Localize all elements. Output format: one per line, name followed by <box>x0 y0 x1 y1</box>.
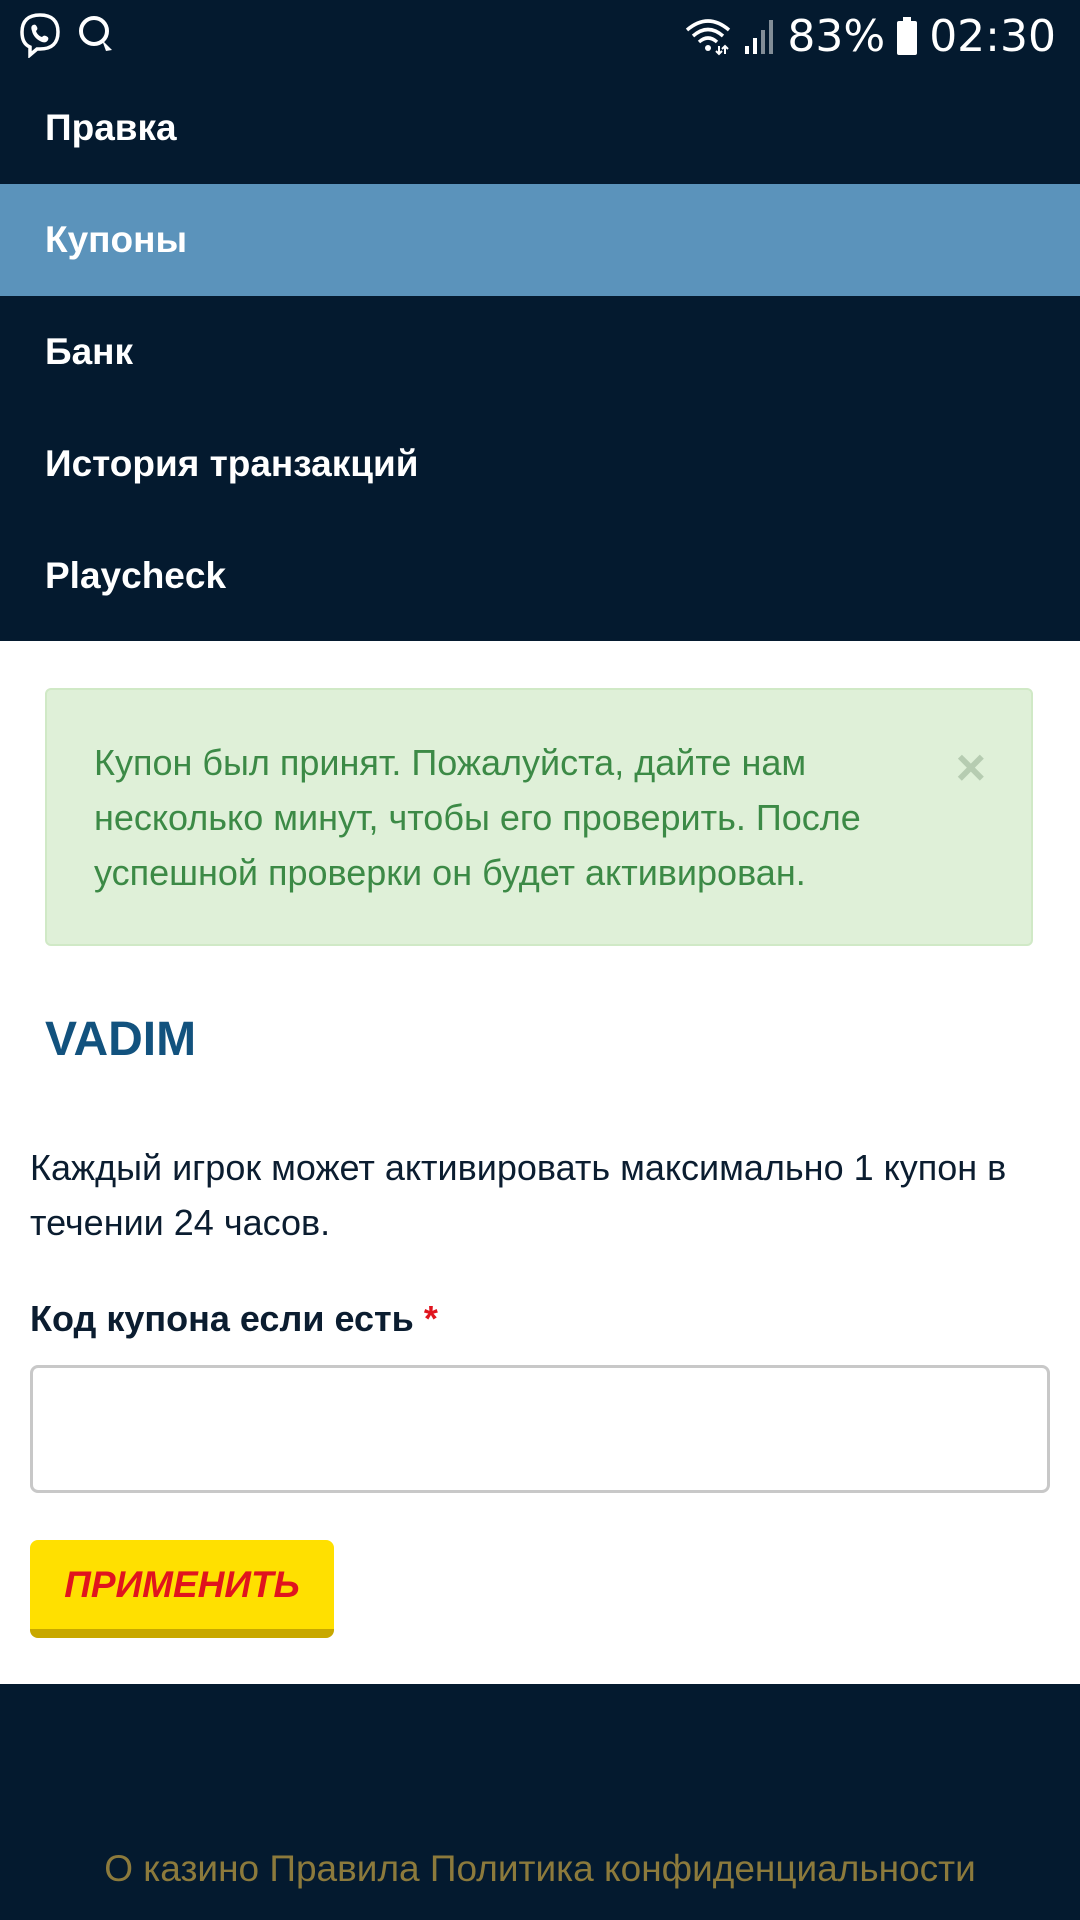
coupon-info-text: Каждый игрок может активировать максимал… <box>30 1147 1007 1243</box>
menu-item-label: Купоны <box>45 219 188 260</box>
coupon-code-input[interactable] <box>30 1365 1050 1493</box>
menu-item-coupons[interactable]: Купоны <box>0 184 1080 296</box>
wifi-icon <box>683 16 733 56</box>
alert-message: Купон был принят. Пожалуйста, дайте нам … <box>94 742 861 893</box>
apply-button[interactable]: ПРИМЕНИТЬ <box>30 1540 334 1638</box>
menu-item-label: Банк <box>45 331 134 372</box>
status-bar: 83% 02:30 <box>0 0 1080 72</box>
menu-item-label: История транзакций <box>45 443 419 484</box>
battery-percent: 83% <box>787 10 886 62</box>
clock: 02:30 <box>929 10 1056 62</box>
signal-icon <box>743 16 777 56</box>
coupon-code-label: Код купона если есть * <box>30 1298 438 1340</box>
close-icon[interactable]: × <box>956 742 986 794</box>
footer-link-about-casino[interactable]: О казино <box>104 1848 259 1889</box>
footer-links: О казино Правила Политика конфиденциальн… <box>0 1848 1080 1890</box>
coupon-code-label-text: Код купона если есть <box>30 1298 414 1339</box>
menu-item-bank[interactable]: Банк <box>0 296 1080 408</box>
menu-item-edit[interactable]: Правка <box>0 72 1080 184</box>
menu-item-label: Правка <box>45 107 177 148</box>
username-heading: VADIM <box>45 1013 197 1066</box>
account-menu: Правка Купоны Банк История транзакций Pl… <box>0 72 1080 641</box>
success-alert: Купон был принят. Пожалуйста, дайте нам … <box>45 688 1033 946</box>
footer-link-rules[interactable]: Правила <box>269 1848 419 1889</box>
required-star: * <box>423 1298 438 1339</box>
viber-icon <box>18 12 62 63</box>
battery-icon <box>895 16 919 56</box>
menu-item-playcheck[interactable]: Playcheck <box>0 520 1080 632</box>
chat-bubble-icon <box>76 13 116 62</box>
footer-link-privacy-policy[interactable]: Политика конфиденциальности <box>430 1848 976 1889</box>
status-right: 83% 02:30 <box>683 0 1056 72</box>
menu-item-transaction-history[interactable]: История транзакций <box>0 408 1080 520</box>
status-left-icons <box>18 12 116 63</box>
menu-item-label: Playcheck <box>45 555 227 596</box>
